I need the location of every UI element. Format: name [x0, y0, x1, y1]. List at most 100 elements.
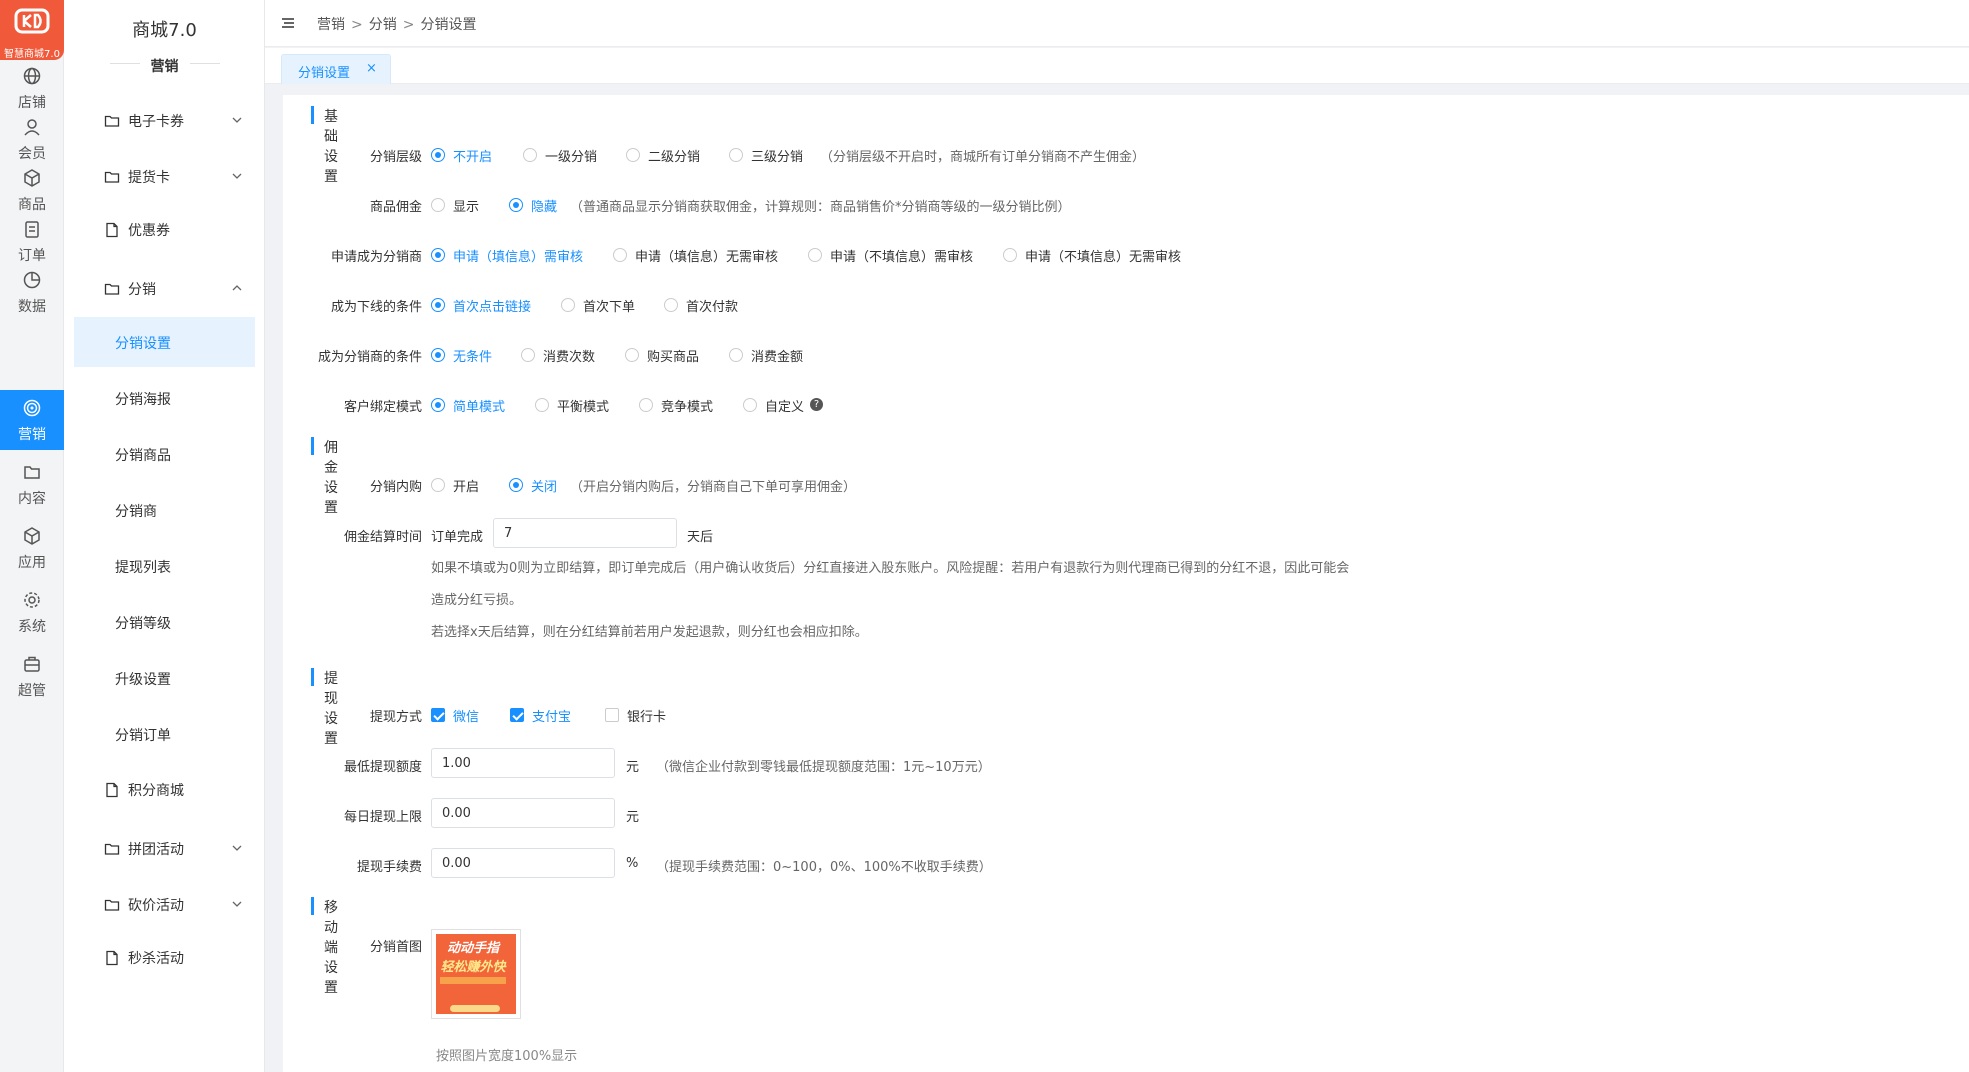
radio-label: 首次点击链接 [453, 300, 532, 315]
sidebar-item-group-buy[interactable]: 拼团活动 [74, 825, 255, 871]
sidebar-subitem-withdraw-list[interactable]: 提现列表 [74, 541, 255, 591]
hint-text: （开启分销内购后，分销商自己下单可享用佣金） [570, 480, 857, 495]
folder-icon [104, 899, 120, 911]
section-bar [311, 668, 314, 686]
radio-circle [1003, 248, 1017, 262]
rail-item-content[interactable]: 内容 [0, 454, 64, 514]
logo-mark-icon [14, 8, 50, 34]
banner-caption: 按照图片宽度100%显示 [436, 1049, 578, 1064]
field-label: 客户绑定模式 [343, 400, 422, 415]
banner-image[interactable]: 动动手指 轻松赚外快 [431, 929, 521, 1019]
sidebar-item-pickup-card[interactable]: 提货卡 [74, 153, 255, 199]
rail-item-system[interactable]: 系统 [0, 582, 64, 642]
radio-label: 竞争模式 [661, 400, 714, 415]
target-icon [23, 399, 41, 417]
radio-label: 平衡模式 [557, 400, 610, 415]
sidebar-item-label: 砍价活动 [128, 898, 184, 914]
sidebar-subitem-distributors[interactable]: 分销商 [74, 485, 255, 535]
secondary-sidebar: 商城7.0 营销 电子卡券 提货卡 优惠券 分销 分销设置 分销海报 分销商品 … [64, 0, 265, 1072]
sidebar-subitem-distribution-orders[interactable]: 分销订单 [74, 709, 255, 759]
min-withdraw-input[interactable] [431, 748, 615, 778]
sidebar-item-bargain[interactable]: 砍价活动 [74, 881, 255, 927]
sidebar-item-coupon[interactable]: 优惠券 [74, 206, 255, 252]
checkbox-box [510, 708, 524, 722]
sidebar-subitem-distribution-goods[interactable]: 分销商品 [74, 429, 255, 479]
checkbox-box [605, 708, 619, 722]
field-label: 商品佣金 [369, 200, 422, 215]
rail-label: 系统 [18, 619, 46, 635]
settle-days-input[interactable] [493, 518, 677, 548]
help-icon[interactable]: ? [810, 398, 823, 411]
withdraw-fee-input[interactable] [431, 848, 615, 878]
file-icon [106, 782, 118, 798]
radio-label: 简单模式 [453, 400, 506, 415]
app-logo[interactable]: 智慧商城7.0 [0, 0, 64, 60]
rail-item-data[interactable]: 数据 [0, 262, 64, 322]
radio-circle [431, 478, 445, 492]
sidebar-item-label: 优惠券 [128, 223, 170, 239]
radio-label: 一级分销 [545, 150, 598, 165]
row-daily-limit: 每日提现上限 元 [283, 798, 1969, 828]
checkbox-label: 银行卡 [627, 710, 667, 725]
close-icon[interactable]: × [366, 61, 377, 76]
radio-label: 首次下单 [583, 300, 636, 315]
settle-note-1: 如果不填或为0则为立即结算，即订单完成后（用户确认收货后）分红直接进入股东账户。… [431, 561, 1350, 576]
sidebar-item-e-card[interactable]: 电子卡券 [74, 97, 255, 143]
radio-circle [743, 398, 757, 412]
sidebar-item-label: 秒杀活动 [128, 951, 184, 967]
sidebar-subitem-label: 分销商 [115, 504, 157, 520]
radio-circle [626, 148, 640, 162]
menu-toggle-icon[interactable] [281, 16, 295, 30]
gear-icon [24, 592, 40, 608]
radio-label: 开启 [453, 480, 480, 495]
radio-label: 消费金额 [751, 350, 804, 365]
radio-label: 无条件 [453, 350, 493, 365]
radio-circle [521, 348, 535, 362]
sidebar-item-label: 积分商城 [128, 783, 184, 799]
radio-circle [509, 198, 523, 212]
row-apply-distributor: 申请成为分销商 申请（填信息）需审核 申请（填信息）无需审核 申请（不填信息）需… [283, 243, 1969, 267]
radio-label: 首次付款 [686, 300, 739, 315]
section-bar [311, 106, 314, 124]
tab-distribution-settings[interactable]: 分销设置 × [281, 54, 391, 84]
unit-percent: % [626, 856, 639, 871]
sidebar-subitem-distribution-settings[interactable]: 分销设置 [74, 317, 255, 367]
radio-circle [808, 248, 822, 262]
field-label: 分销层级 [369, 150, 422, 165]
rail-item-app[interactable]: 应用 [0, 518, 64, 578]
settle-suffix: 天后 [687, 530, 714, 545]
field-label: 每日提现上限 [343, 810, 422, 825]
rail-item-marketing[interactable]: 营销 [0, 390, 64, 450]
row-min-withdraw: 最低提现额度 元 （微信企业付款到零钱最低提现额度范围：1元~10万元） [283, 748, 1969, 778]
checkbox-box [431, 708, 445, 722]
radio-label: 申请（不填信息）无需审核 [1025, 250, 1182, 265]
radio-label: 不开启 [453, 150, 493, 165]
settle-note-3: 若选择x天后结算，则在分红结算前若用户发起退款，则分红也会相应扣除。 [431, 625, 868, 640]
radio-circle [535, 398, 549, 412]
rail-item-super-admin[interactable]: 超管 [0, 646, 64, 706]
sidebar-item-points-mall[interactable]: 积分商城 [74, 766, 255, 812]
sidebar-subitem-upgrade-settings[interactable]: 升级设置 [74, 653, 255, 703]
sidebar-subitem-distribution-poster[interactable]: 分销海报 [74, 373, 255, 423]
tab-label: 分销设置 [298, 66, 351, 81]
radio-circle [523, 148, 537, 162]
field-label: 成为分销商的条件 [317, 350, 422, 365]
section-bar [311, 897, 314, 915]
chevron-down-icon [232, 845, 242, 851]
row-product-commission: 商品佣金 显示 隐藏 （普通商品显示分销商获取佣金，计算规则：商品销售价*分销商… [283, 193, 1969, 217]
field-label: 申请成为分销商 [330, 250, 422, 265]
radio-circle [431, 398, 445, 412]
field-label: 提现方式 [369, 710, 422, 725]
chevron-down-icon [232, 901, 242, 907]
sidebar-subitem-distribution-level[interactable]: 分销等级 [74, 597, 255, 647]
breadcrumb-item[interactable]: 营销 [317, 17, 345, 33]
checkbox-label: 支付宝 [532, 710, 572, 725]
row-withdraw-methods: 提现方式 微信 支付宝 银行卡 [283, 703, 1969, 727]
sidebar-item-distribution[interactable]: 分销 [74, 265, 255, 311]
chevron-down-icon [232, 117, 242, 123]
package-icon [24, 527, 40, 545]
sidebar-item-flash-sale[interactable]: 秒杀活动 [74, 934, 255, 980]
breadcrumb-item[interactable]: 分销 [369, 17, 397, 33]
daily-limit-input[interactable] [431, 798, 615, 828]
rail-label: 数据 [18, 299, 46, 315]
